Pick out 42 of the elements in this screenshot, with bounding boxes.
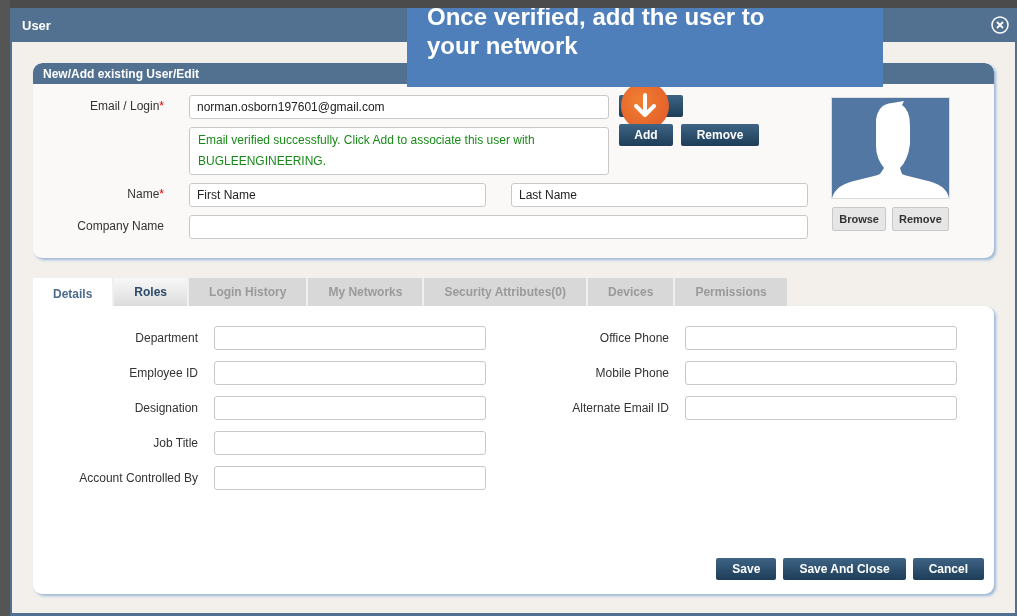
callout-text: Once verified, add the user to [427,8,766,31]
text-field[interactable] [214,326,486,350]
field-label: Alternate Email ID [571,401,670,415]
company-field[interactable] [189,215,808,239]
field-label: Designation [133,401,199,415]
text-field[interactable] [214,466,486,490]
company-label: Company Name [77,219,164,233]
text-field[interactable] [685,396,957,420]
field-label: Account Controlled By [78,471,199,485]
field-label: Department [134,331,199,345]
required-mark: * [159,99,164,113]
email-action-button[interactable]: Remove [681,124,759,146]
verification-message: Email verified successfully. Click Add to associate this user with BUGLEENGINEERING. [189,127,609,175]
text-field[interactable] [214,396,486,420]
field-label: Job Title [152,436,199,450]
email-label: Email / Login [89,99,160,113]
field-label: Mobile Phone [594,366,670,380]
text-field[interactable] [685,361,957,385]
panel-title: New/Add existing User/Edit [43,66,200,81]
text-field[interactable] [214,431,486,455]
down-arrow-icon [633,93,657,119]
avatar-silhouette-icon [831,97,950,199]
tab[interactable]: Roles [114,278,188,306]
required-mark: * [159,187,164,201]
text-field[interactable] [685,326,957,350]
text-field[interactable] [214,361,486,385]
footer-button[interactable]: Cancel [912,558,984,580]
footer-button[interactable]: Save [716,558,777,580]
footer-button[interactable]: Save And Close [783,558,906,580]
email-action-button[interactable]: Add [619,124,673,146]
last-name-field[interactable]: Last Name [511,183,808,207]
photo-action-button[interactable]: Remove [891,207,949,231]
field-label: Office Phone [598,331,670,345]
close-icon[interactable] [991,16,1009,34]
window-title: User [22,17,51,33]
name-label: Name [127,187,160,201]
callout-text: your network [427,31,579,60]
first-name-field[interactable]: First Name [189,183,486,207]
tab[interactable]: Details [33,278,113,308]
field-label: Employee ID [128,366,199,380]
email-field[interactable]: norman.osborn197601@gmail.com [189,95,609,119]
photo-action-button[interactable]: Browse [832,207,886,231]
